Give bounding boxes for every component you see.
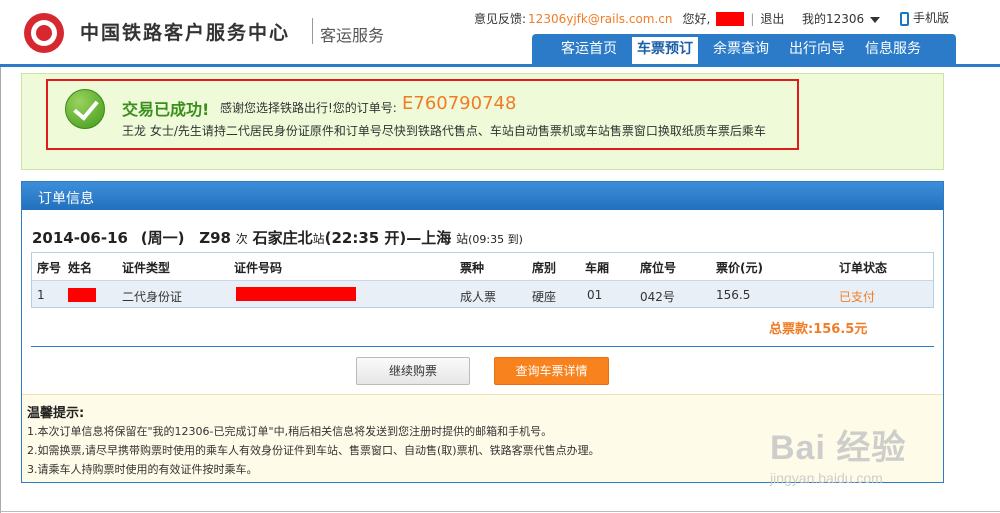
trip-summary: 2014-06-16 (周一) Z98 次 石家庄北站(22:35 开)—上海 …	[32, 227, 523, 248]
greeting-text: 您好,	[682, 12, 711, 26]
col-no: 序号	[37, 261, 62, 275]
col-seat-class: 席别	[532, 261, 557, 275]
id-number-redacted	[236, 287, 356, 301]
trip-date: 2014-06-16	[32, 229, 128, 247]
col-status: 订单状态	[839, 261, 888, 275]
success-title: 交易已成功!	[122, 100, 210, 119]
cell-ticket-type: 成人票	[460, 290, 497, 304]
page-border	[0, 67, 1, 513]
title-divider	[312, 18, 313, 44]
baidu-watermark: Bai 经验 jingyan.baidu.com	[770, 420, 907, 486]
section-divider	[31, 346, 934, 347]
feedback-email-link[interactable]: 12306yjfk@rails.com.cn	[528, 12, 672, 26]
trip-weekday: (周一)	[140, 229, 185, 247]
chevron-down-icon[interactable]	[870, 16, 881, 23]
site-subtitle: 客运服务	[320, 26, 385, 45]
cell-price: 156.5	[716, 288, 751, 302]
table-row: 1 二代身份证 成人票 硬座 01 042号 156.5 已支付	[32, 280, 933, 307]
col-id-no: 证件号码	[234, 261, 283, 275]
tip-item-1: 1.本次订单信息将保留在"我的12306-已完成订单"中,稍后相关信息将发送到您…	[27, 425, 553, 438]
watermark-logo: Bai 经验	[770, 429, 907, 467]
cell-seat-no: 042号	[640, 290, 675, 304]
cell-seat-class: 硬座	[532, 290, 557, 304]
tip-item-3: 3.请乘车人持购票时使用的有效证件按时乘车。	[27, 463, 258, 476]
col-id-type: 证件类型	[122, 261, 171, 275]
success-thanks: 感谢您选择铁路出行!您的订单号:	[220, 101, 397, 115]
success-note: 王龙 女士/先生请持二代居民身份证原件和订单号尽快到铁路代售点、车站自动售票机或…	[122, 124, 766, 138]
nav-item-booking[interactable]: 车票预订	[632, 37, 698, 64]
query-ticket-detail-button[interactable]: 查询车票详情	[494, 357, 609, 385]
total-amount: 总票款:156.5元	[769, 322, 868, 337]
watermark-url: jingyan.baidu.com	[770, 470, 883, 486]
train-number: Z98	[199, 229, 231, 247]
train-suffix: 次	[235, 232, 248, 246]
name-redacted	[68, 288, 96, 302]
logout-link[interactable]: 退出	[760, 10, 784, 27]
phone-icon[interactable]	[900, 11, 909, 26]
my12306-label[interactable]: 我的12306	[802, 12, 864, 26]
cell-status: 已支付	[839, 290, 876, 304]
col-name: 姓名	[68, 261, 93, 275]
feedback-label: 意见反馈:	[474, 12, 527, 26]
cell-id-type: 二代身份证	[122, 290, 183, 304]
panel-title: 订单信息	[38, 191, 94, 207]
cell-no: 1	[37, 288, 45, 302]
my12306-menu[interactable]: 我的12306	[802, 10, 881, 27]
trip-dash: —	[406, 229, 422, 247]
main-nav: 客运首页 车票预订 余票查询 出行向导 信息服务	[532, 34, 956, 64]
panel-header: 订单信息	[22, 182, 943, 210]
arrive-time: (09:35 到)	[468, 233, 523, 246]
col-seat-no: 席位号	[640, 261, 677, 275]
link-divider: |	[750, 11, 755, 26]
mobile-label[interactable]: 手机版	[913, 11, 949, 25]
order-number: E760790748	[402, 93, 517, 114]
site-title[interactable]: 中国铁路客户服务中心	[80, 18, 290, 45]
bottom-border	[0, 511, 1000, 512]
header-divider	[0, 64, 1000, 67]
to-suffix: 站	[456, 232, 469, 246]
username-redacted[interactable]	[716, 11, 745, 26]
nav-item-home[interactable]: 客运首页	[558, 34, 620, 64]
nav-item-remaining[interactable]: 余票查询	[710, 34, 772, 64]
ticket-table: 序号 姓名 证件类型 证件号码 票种 席别 车厢 席位号 票价(元) 订单状态 …	[31, 252, 934, 308]
mobile-version-link[interactable]: 手机版	[900, 9, 949, 26]
cell-car: 01	[587, 288, 603, 302]
checkmark-icon	[65, 89, 105, 129]
table-header: 序号 姓名 证件类型 证件号码 票种 席别 车厢 席位号 票价(元) 订单状态	[32, 253, 933, 279]
from-station: 石家庄北	[252, 229, 313, 247]
railway-logo-icon[interactable]	[24, 13, 64, 53]
top-links: 意见反馈: 12306yjfk@rails.com.cn 您好, | 退出	[474, 10, 784, 27]
to-station: 上海	[421, 229, 452, 247]
col-car: 车厢	[585, 261, 610, 275]
col-ticket-type: 票种	[460, 261, 485, 275]
tip-item-2: 2.如需换票,请尽早携带购票时使用的乘车人有效身份证件到车站、售票窗口、自动售(…	[27, 444, 600, 457]
col-price: 票价(元)	[716, 261, 763, 275]
tips-title: 温馨提示:	[27, 406, 85, 421]
page-header: 中国铁路客户服务中心 客运服务 意见反馈: 12306yjfk@rails.com…	[0, 0, 1000, 64]
depart-time: (22:35 开)	[324, 229, 407, 247]
continue-buying-button[interactable]: 继续购票	[356, 357, 470, 385]
nav-item-guide[interactable]: 出行向导	[786, 34, 848, 64]
nav-item-info[interactable]: 信息服务	[862, 34, 924, 64]
from-suffix: 站	[312, 232, 325, 246]
